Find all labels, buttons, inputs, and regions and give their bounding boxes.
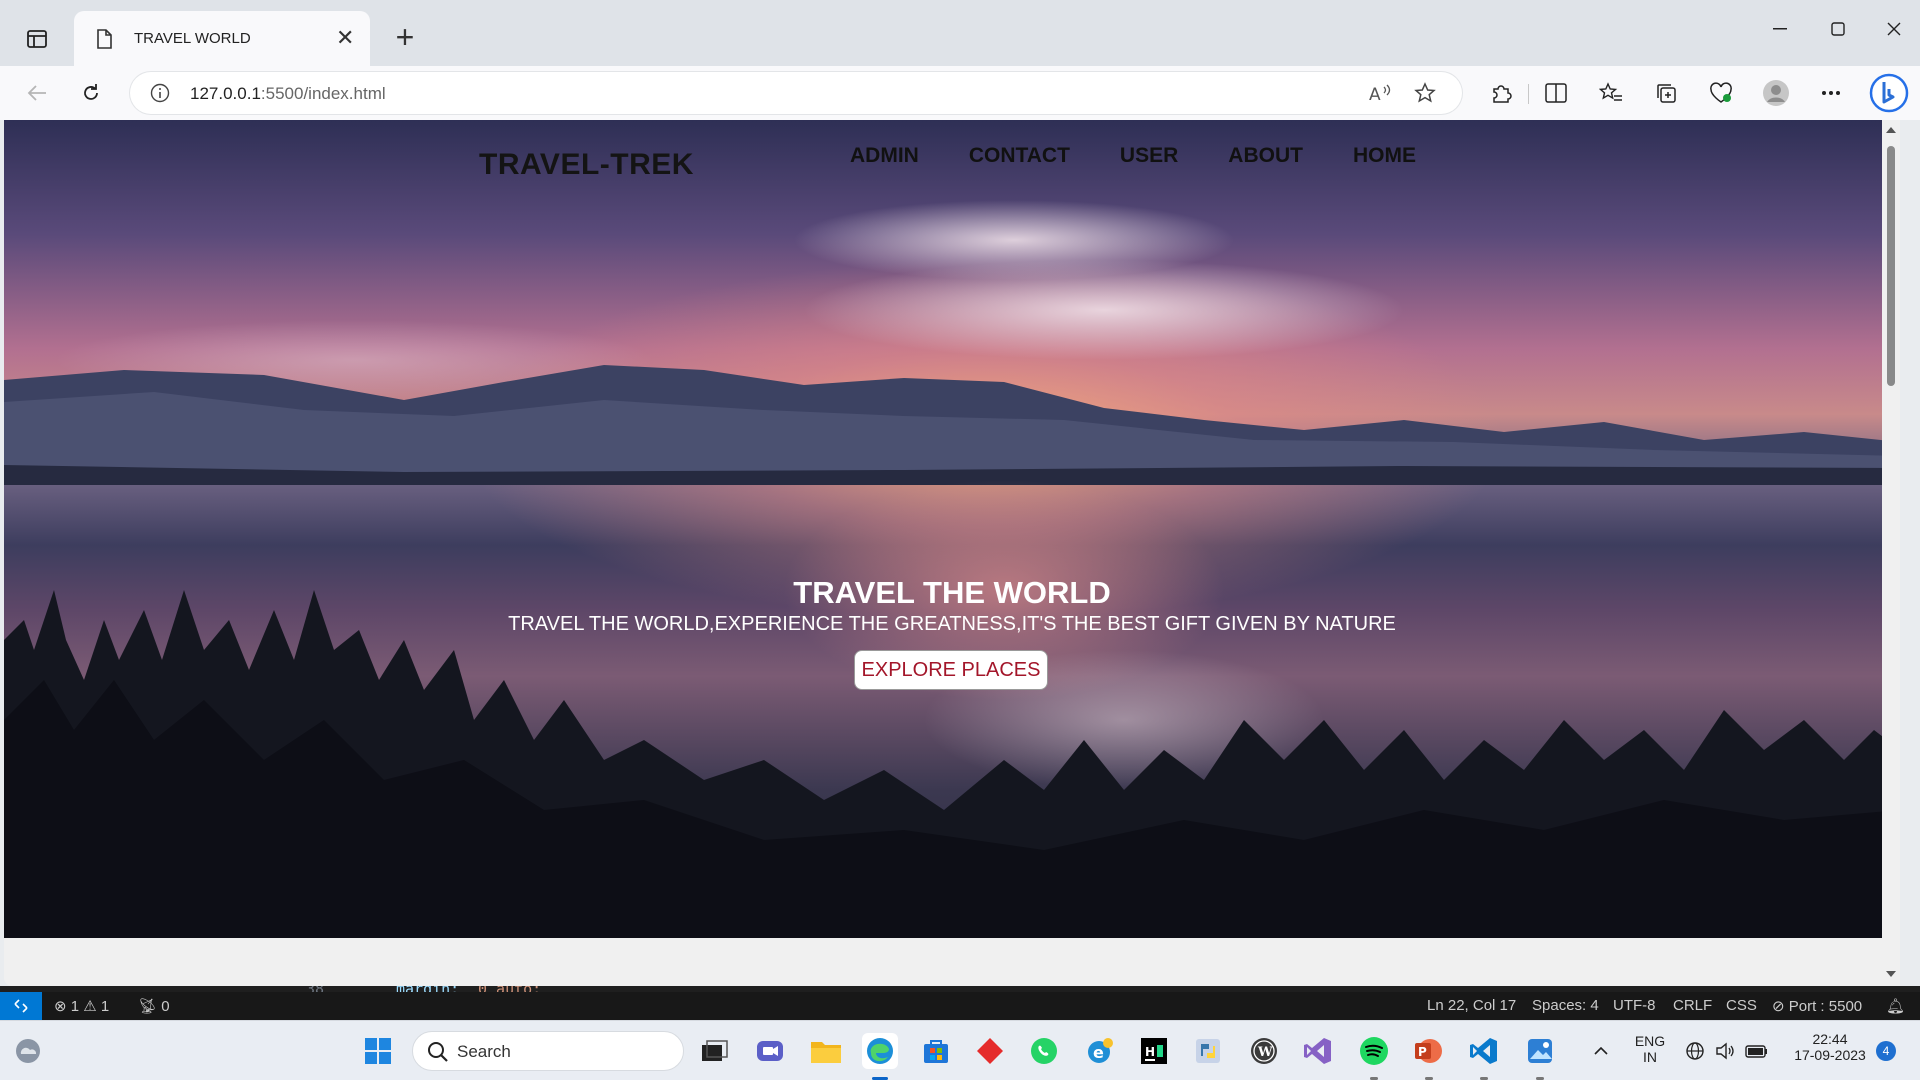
network-globe-icon[interactable]: [1680, 1033, 1710, 1069]
windows-taskbar: Search e H W P ENG IN 22:44 17-09-2023 4: [0, 1020, 1920, 1080]
weather-widget-icon[interactable]: [10, 1033, 46, 1069]
vscode-icon[interactable]: [1466, 1033, 1502, 1069]
ports-indicator[interactable]: 📡︎ 0: [138, 997, 170, 1015]
hero-section: TRAVEL-TREK ADMIN CONTACT USER ABOUT HOM…: [4, 120, 1900, 938]
indentation-setting[interactable]: Spaces: 4: [1532, 997, 1599, 1014]
red-diamond-app-icon[interactable]: [972, 1033, 1008, 1069]
browser-essentials-icon[interactable]: [1706, 78, 1736, 108]
profile-avatar[interactable]: [1761, 78, 1791, 108]
line-ending-setting[interactable]: CRLF: [1673, 997, 1712, 1014]
page-scrollbar[interactable]: [1882, 120, 1900, 986]
remote-indicator-icon[interactable]: [0, 992, 42, 1020]
whatsapp-icon[interactable]: [1026, 1033, 1062, 1069]
back-icon[interactable]: [22, 78, 52, 108]
show-hidden-icons-chevron-up-icon[interactable]: [1584, 1033, 1618, 1069]
tab-strip: TRAVEL WORLD ✕ +: [0, 0, 1920, 66]
microsoft-store-icon[interactable]: [918, 1033, 954, 1069]
powerpoint-icon[interactable]: P: [1410, 1033, 1446, 1069]
editor-status-bar: ⊗ 1 ⚠ 1 📡︎ 0 Ln 22, Col 17 Spaces: 4 UTF…: [0, 992, 1920, 1020]
photos-app-icon[interactable]: [1522, 1033, 1558, 1069]
spotify-icon[interactable]: [1356, 1033, 1392, 1069]
live-server-port[interactable]: ⊘ Port : 5500: [1772, 997, 1862, 1015]
read-aloud-icon[interactable]: A: [1368, 82, 1392, 109]
hero-landscape-image: [4, 200, 1900, 938]
tab-actions-icon[interactable]: [20, 24, 54, 54]
svg-text:A: A: [1369, 85, 1381, 104]
input-language[interactable]: ENG IN: [1630, 1033, 1670, 1065]
internet-explorer-icon[interactable]: e: [1082, 1033, 1118, 1069]
notifications-bell-icon[interactable]: 🔔︎: [1886, 997, 1905, 1015]
web-page-viewport: TRAVEL-TREK ADMIN CONTACT USER ABOUT HOM…: [4, 120, 1900, 986]
copilot-icon[interactable]: [1868, 72, 1910, 114]
search-label: Search: [457, 1042, 511, 1061]
scrollbar-thumb[interactable]: [1887, 146, 1895, 386]
cursor-position[interactable]: Ln 22, Col 17: [1427, 997, 1516, 1014]
nav-home[interactable]: HOME: [1353, 144, 1416, 168]
svg-text:H: H: [1145, 1045, 1155, 1059]
wordpress-icon[interactable]: W: [1246, 1033, 1282, 1069]
page-icon: [96, 29, 112, 54]
search-icon: [428, 1042, 448, 1062]
problems-indicator[interactable]: ⊗ 1 ⚠ 1: [54, 997, 109, 1015]
clock[interactable]: 22:44 17-09-2023: [1780, 1031, 1880, 1063]
main-navigation: ADMIN CONTACT USER ABOUT HOME: [850, 144, 1416, 168]
nav-contact[interactable]: CONTACT: [969, 144, 1070, 168]
site-logo-text[interactable]: TRAVEL-TREK: [479, 148, 694, 182]
language-mode[interactable]: CSS: [1726, 997, 1757, 1014]
warning-icon: ⚠: [83, 998, 97, 1015]
hero-subheading: TRAVEL THE WORLD,EXPERIENCE THE GREATNES…: [508, 613, 1396, 635]
close-tab-icon[interactable]: ✕: [336, 27, 354, 49]
task-view-icon[interactable]: [696, 1033, 732, 1069]
address-bar[interactable]: 127.0.0.1:5500/index.html A: [130, 72, 1462, 114]
browser-toolbar: 127.0.0.1:5500/index.html A: [0, 66, 1920, 120]
hero-heading: TRAVEL THE WORLD: [793, 575, 1111, 610]
python-idle-icon[interactable]: [1190, 1033, 1226, 1069]
svg-text:W: W: [1257, 1045, 1273, 1060]
refresh-icon[interactable]: [76, 78, 106, 108]
svg-text:P: P: [1418, 1045, 1427, 1059]
nav-user[interactable]: USER: [1120, 144, 1178, 168]
close-window-icon[interactable]: [1874, 14, 1914, 44]
edge-browser-icon[interactable]: [862, 1033, 898, 1069]
scroll-down-arrow-icon[interactable]: [1886, 970, 1896, 978]
volume-icon[interactable]: [1710, 1033, 1740, 1069]
error-icon: ⊗: [54, 998, 67, 1015]
collections-icon[interactable]: [1651, 78, 1681, 108]
notification-count-badge[interactable]: 4: [1876, 1041, 1896, 1061]
new-tab-icon[interactable]: +: [388, 20, 422, 54]
nav-about[interactable]: ABOUT: [1228, 144, 1303, 168]
file-explorer-icon[interactable]: [808, 1033, 844, 1069]
url-text: 127.0.0.1:5500/index.html: [190, 84, 386, 103]
teams-chat-icon[interactable]: [752, 1033, 788, 1069]
toolbar-divider: [1528, 84, 1529, 104]
no-entry-icon: ⊘: [1772, 998, 1785, 1015]
antenna-icon: 📡︎: [138, 998, 158, 1015]
favorite-star-icon[interactable]: [1414, 82, 1436, 109]
scroll-up-arrow-icon[interactable]: [1886, 126, 1896, 134]
taskbar-search-box[interactable]: Search: [412, 1031, 684, 1071]
split-screen-icon[interactable]: [1541, 78, 1571, 108]
extensions-icon[interactable]: [1486, 78, 1516, 108]
explore-places-button[interactable]: EXPLORE PLACES: [854, 650, 1048, 690]
active-tab[interactable]: TRAVEL WORLD ✕: [74, 11, 370, 66]
visual-studio-icon[interactable]: [1300, 1033, 1336, 1069]
jetbrains-app-icon[interactable]: H: [1136, 1033, 1172, 1069]
more-options-icon[interactable]: [1816, 78, 1846, 108]
favorites-icon[interactable]: [1596, 78, 1626, 108]
nav-admin[interactable]: ADMIN: [850, 144, 919, 168]
maximize-icon[interactable]: [1818, 14, 1858, 44]
encoding-setting[interactable]: UTF-8: [1613, 997, 1656, 1014]
svg-text:e: e: [1093, 1043, 1104, 1062]
tab-title: TRAVEL WORLD: [134, 30, 251, 47]
site-info-icon[interactable]: [150, 83, 170, 108]
minimize-icon[interactable]: [1760, 14, 1800, 44]
start-windows-icon[interactable]: [360, 1033, 396, 1069]
battery-icon[interactable]: [1740, 1033, 1774, 1069]
